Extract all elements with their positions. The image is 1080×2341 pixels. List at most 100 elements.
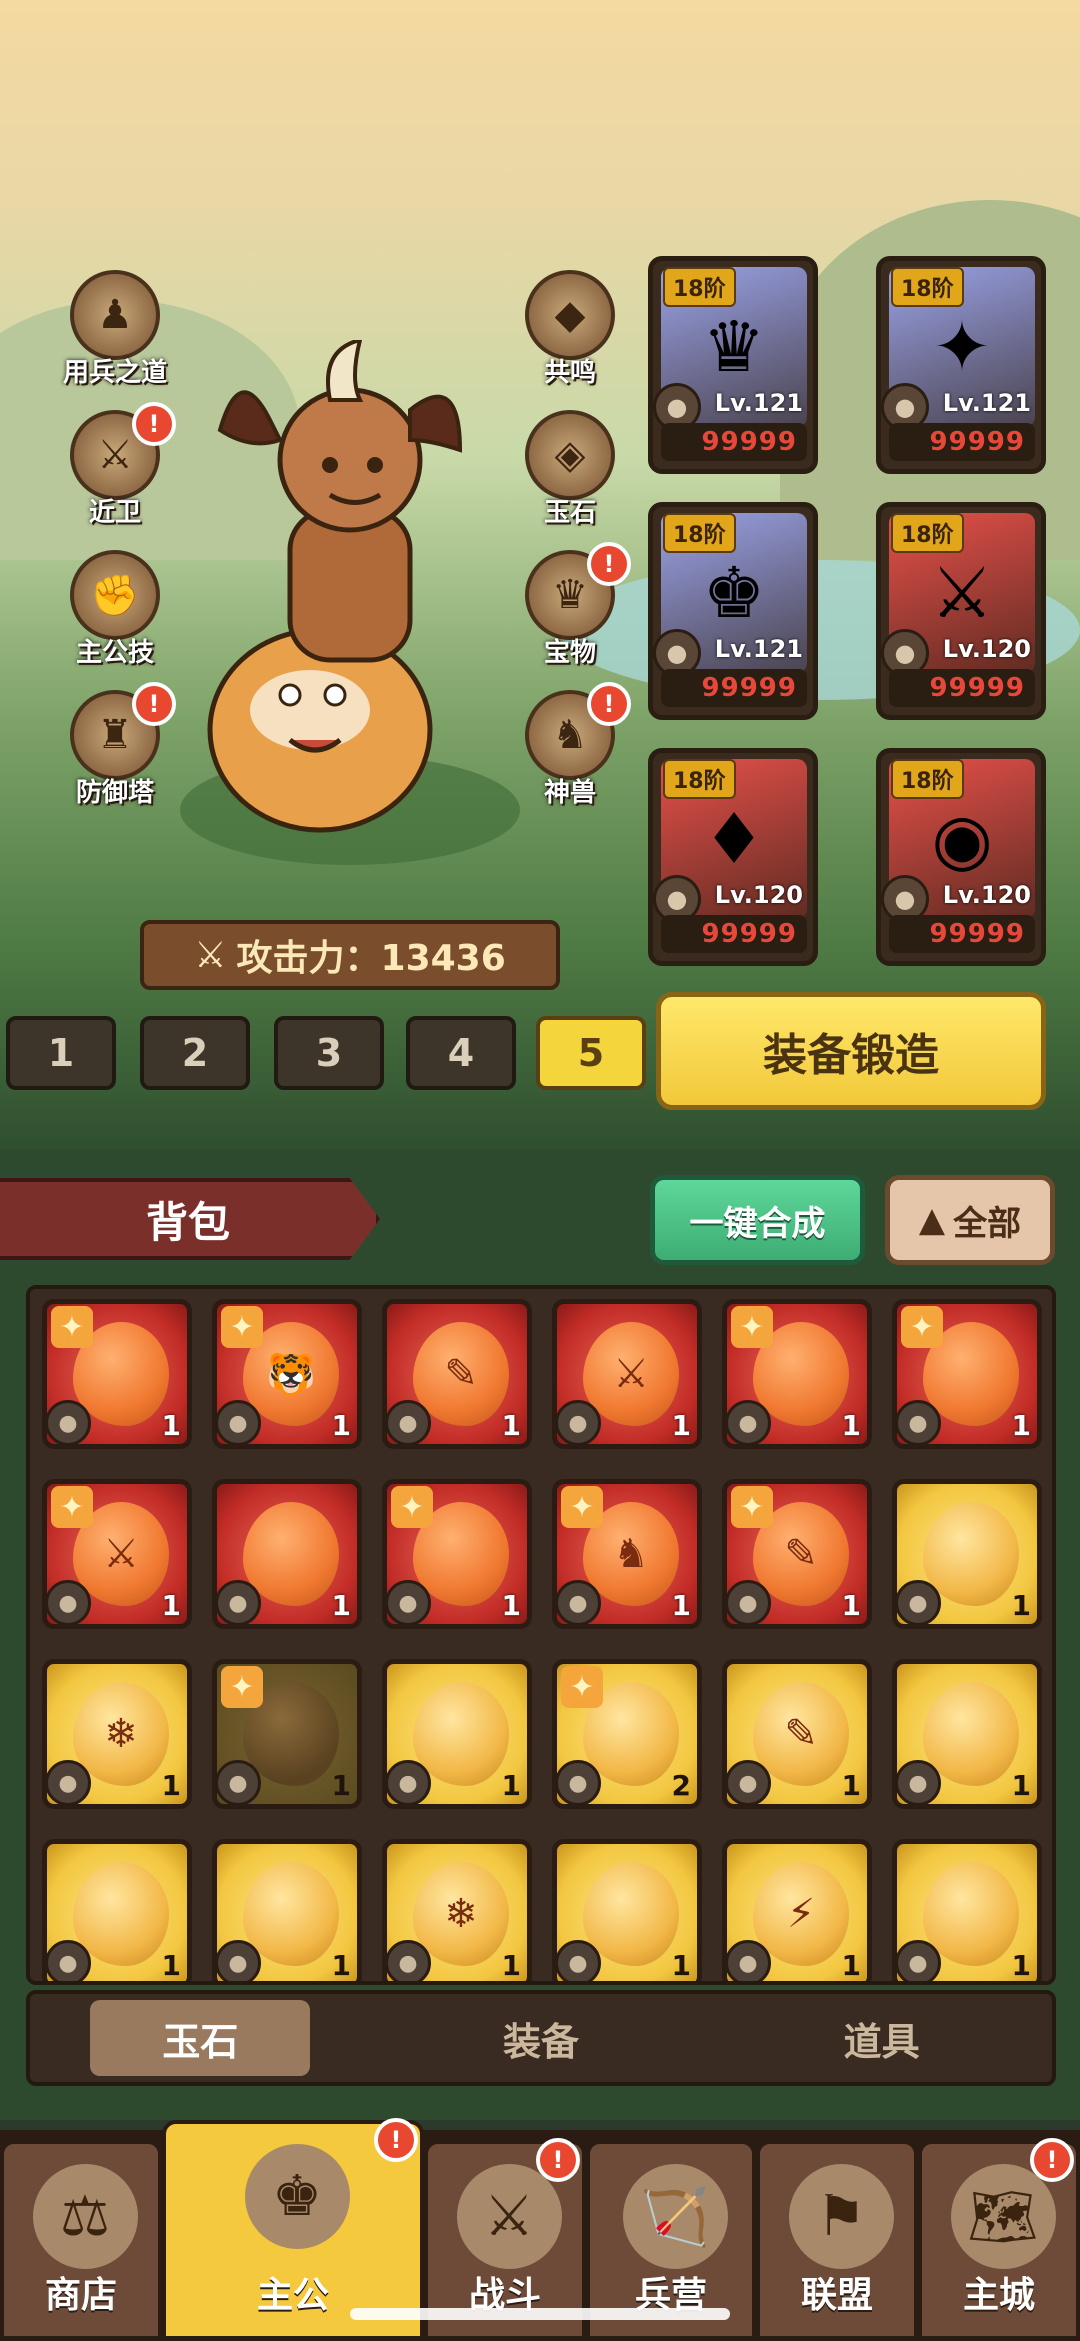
right-menu-jade-button[interactable]: ◈ 玉石 [495,410,645,529]
hero-character[interactable] [160,340,540,880]
bag-item-slot[interactable]: ✦ ● 2 [552,1659,702,1809]
bag-item-slot[interactable]: ⚡ ● 1 [722,1839,872,1982]
bag-item-slot[interactable]: ✎ ● 1 [722,1659,872,1809]
alliance-icon: ⚑ [788,2164,894,2269]
notification-badge: ! [587,682,631,726]
bag-tabs: 玉石 装备 道具 [26,1990,1056,2086]
equipment-type-icon: ● [47,1580,91,1624]
equipment-forge-button[interactable]: 装备锻造 [656,992,1046,1110]
equipment-type-icon: ● [217,1400,261,1444]
item-count: 1 [331,1409,351,1442]
bag-item-slot[interactable]: ✦ ● 1 [722,1299,872,1449]
bag-item-slot[interactable]: ✦ ● 1 [382,1479,532,1629]
barracks-icon: 🏹 [622,2164,728,2269]
nav-shop[interactable]: ⚖ 商店 [0,2140,162,2340]
nav-label: 主城 [962,2275,1035,2316]
equipment-tier: 18阶 [663,267,736,307]
nav-lord[interactable]: ♚ 主公! [162,2118,424,2340]
loadout-tab-2[interactable]: 2 [140,1016,250,1090]
battle-icon: ⚔ [456,2164,562,2269]
home-indicator [350,2308,730,2320]
left-menu-label: 主公技 [75,638,154,668]
strategy-icon: ♟ [70,270,160,360]
bag-item-slot[interactable]: ✦ ● 1 [42,1299,192,1449]
star-icon: ✦ [51,1486,93,1528]
equipment-slot[interactable]: ♚ 18阶 ● Lv.121 99999 [648,502,818,720]
item-count: 1 [841,1949,861,1982]
equipment-type-icon: ● [47,1760,91,1804]
filter-all-button[interactable]: ▲ 全部 [885,1175,1055,1265]
equipment-tier: 18阶 [663,513,736,553]
bag-item-slot[interactable]: ● 1 [892,1659,1042,1809]
equipment-slot[interactable]: ◉ 18阶 ● Lv.120 99999 [876,748,1046,966]
bag-item-slot[interactable]: ✎ ● 1 [382,1299,532,1449]
bag-item-slot[interactable]: ● 1 [552,1839,702,1982]
equipment-value: 99999 [661,669,807,707]
loadout-tab-3[interactable]: 3 [274,1016,384,1090]
bag-item-slot[interactable]: 🐯 ✦ ● 1 [212,1299,362,1449]
bag-item-slot[interactable]: ♞ ✦ ● 1 [552,1479,702,1629]
nav-city[interactable]: 🗺 主城! [918,2138,1080,2340]
star-icon: ✦ [731,1486,773,1528]
bag-tab[interactable]: 装备 [431,2000,651,2076]
bag-item-slot[interactable]: ● 1 [382,1659,532,1809]
right-menu-label: 神兽 [543,778,596,808]
equipment-type-icon: ● [557,1760,601,1804]
equipment-slot[interactable]: ✦ 18阶 ● Lv.121 99999 [876,256,1046,474]
star-icon: ✦ [221,1666,263,1708]
bag-item-slot[interactable]: ● 1 [892,1479,1042,1629]
equipment-slot[interactable]: ⚔ 18阶 ● Lv.120 99999 [876,502,1046,720]
star-icon: ✦ [901,1306,943,1348]
equipment-tier: 18阶 [891,513,964,553]
right-menu-resonance-button[interactable]: ◆ 共鸣 [495,270,645,389]
left-menu-label: 防御塔 [75,778,154,808]
right-menu-treasure-button[interactable]: ♛ 宝物! [495,542,645,669]
bag-item-slot[interactable]: ● 1 [212,1479,362,1629]
bag-item-slot[interactable]: ❄ ● 1 [382,1839,532,1981]
item-count: 1 [161,1589,181,1622]
item-count: 1 [671,1949,691,1982]
left-menu-skill-button[interactable]: ✊ 主公技 [40,550,190,669]
bag-item-slot[interactable]: ● 1 [892,1839,1042,1981]
left-menu-guard-button[interactable]: ⚔ 近卫! [40,402,190,529]
bag-item-slot[interactable]: ✦ ● 1 [892,1299,1042,1449]
bag-item-slot[interactable]: ● 1 [42,1839,192,1982]
filter-all-label: 全部 [953,1203,1022,1244]
item-count: 1 [1011,1409,1031,1442]
nav-alliance[interactable]: ⚑ 联盟 [756,2140,918,2340]
equipment-type-icon: ● [727,1760,771,1804]
bag-item-slot[interactable]: ❄ ● 1 [42,1659,192,1809]
jade-icon: ◈ [525,410,615,500]
item-count: 1 [161,1949,181,1982]
equipment-slot[interactable]: ♛ 18阶 ● Lv.121 99999 [648,256,818,474]
equipment-level: Lv.120 [942,635,1031,663]
equipment-type-icon: ● [387,1400,431,1444]
equipment-value: 99999 [661,915,807,953]
bag-tab[interactable]: 道具 [772,2000,992,2076]
notification-badge: ! [132,402,176,446]
equipment-value: 99999 [661,423,807,461]
equipment-slot[interactable]: ♦ 18阶 ● Lv.120 99999 [648,748,818,966]
notification-badge: ! [132,682,176,726]
attack-power: ⚔ 攻击力：13436 [140,920,560,990]
bag-item-slot[interactable]: ⚔ ✦ ● 1 [42,1479,192,1629]
equipment-value: 99999 [889,669,1035,707]
bag-item-slot[interactable]: ● 1 [212,1839,362,1982]
bag-item-slot[interactable]: ✎ ✦ ● 1 [722,1479,872,1629]
loadout-tab-4[interactable]: 4 [406,1016,516,1090]
loadout-tab-5[interactable]: 5 [536,1016,646,1090]
one-click-merge-button[interactable]: 一键合成 [650,1175,865,1265]
equipment-type-icon: ● [727,1940,771,1981]
left-menu-tower-button[interactable]: ♜ 防御塔! [40,682,190,809]
bag-item-slot[interactable]: ✦ ● 1 [212,1659,362,1809]
bag-item-slot[interactable]: ⚔ ● 1 [552,1299,702,1449]
notification-badge: ! [1030,2138,1074,2182]
item-count: 2 [671,1769,691,1802]
equipment-type-icon: ● [217,1580,261,1624]
right-menu-beast-button[interactable]: ♞ 神兽! [495,682,645,809]
left-menu-strategy-button[interactable]: ♟ 用兵之道 [40,270,190,389]
bag-tab[interactable]: 玉石 [90,2000,311,2076]
item-count: 1 [331,1949,351,1982]
loadout-tab-1[interactable]: 1 [6,1016,116,1090]
item-count: 1 [161,1769,181,1802]
